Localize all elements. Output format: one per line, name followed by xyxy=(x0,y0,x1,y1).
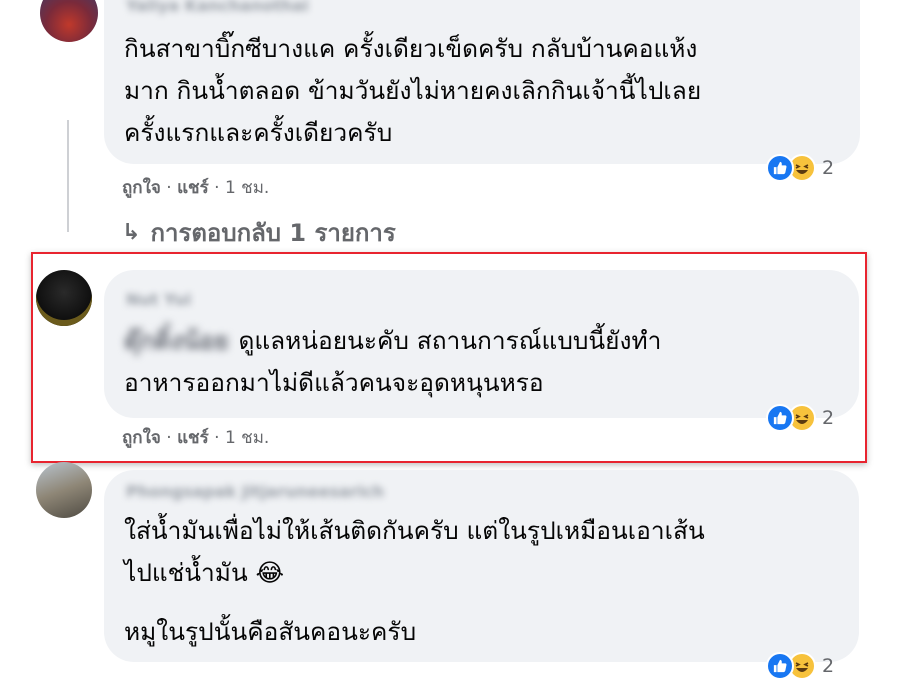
comment-text-line: หมูในรูปนั้นคือสันคอนะครับ xyxy=(124,617,417,646)
separator-dot: · xyxy=(166,178,178,198)
separator-dot: · xyxy=(214,178,225,198)
comment-actions: ถูกใจ · แชร์ · 1 ชม. xyxy=(122,174,269,201)
highlight-box xyxy=(31,252,867,463)
comment-author[interactable]: Phongsapak Jitjaruneesarich xyxy=(126,482,384,501)
like-reaction-icon xyxy=(766,154,794,182)
thread-line xyxy=(67,120,69,232)
like-reaction-icon xyxy=(766,404,794,432)
avatar[interactable] xyxy=(40,0,98,42)
replies-label: การตอบกลับ 1 รายการ xyxy=(150,219,396,247)
reaction-summary[interactable]: 2 xyxy=(766,152,834,184)
comment-text-line: มาก กินน้ำตลอด ข้ามวันยังไม่หายคงเลิกกิน… xyxy=(124,76,702,105)
comment-text-line: กินสาขาบิ๊กซีบางแค ครั้งเดียวเข็ดครับ กล… xyxy=(124,34,698,63)
avatar[interactable] xyxy=(36,462,92,518)
view-replies-link[interactable]: ↳ การตอบกลับ 1 รายการ xyxy=(122,213,396,252)
comment-text-line: ใส่น้ำมันเพื่อไม่ให้เส้นติดกันครับ แต่ใน… xyxy=(124,516,705,545)
reaction-summary[interactable]: 2 xyxy=(766,650,834,682)
reaction-count: 2 xyxy=(822,157,835,179)
like-link[interactable]: ถูกใจ xyxy=(122,178,161,198)
reply-arrow-icon: ↳ xyxy=(122,220,141,245)
comment-text-line: ครั้งแรกและครั้งเดียวครับ xyxy=(124,118,393,147)
reaction-count: 2 xyxy=(822,655,835,677)
like-reaction-icon xyxy=(766,652,794,680)
timestamp[interactable]: 1 ชม. xyxy=(225,178,269,198)
share-link[interactable]: แชร์ xyxy=(177,178,209,198)
comment-author[interactable]: Yaliya Kanchanothai xyxy=(126,0,309,15)
comment-text-line: ไปแช่น้ำมัน 😂 xyxy=(124,558,285,587)
